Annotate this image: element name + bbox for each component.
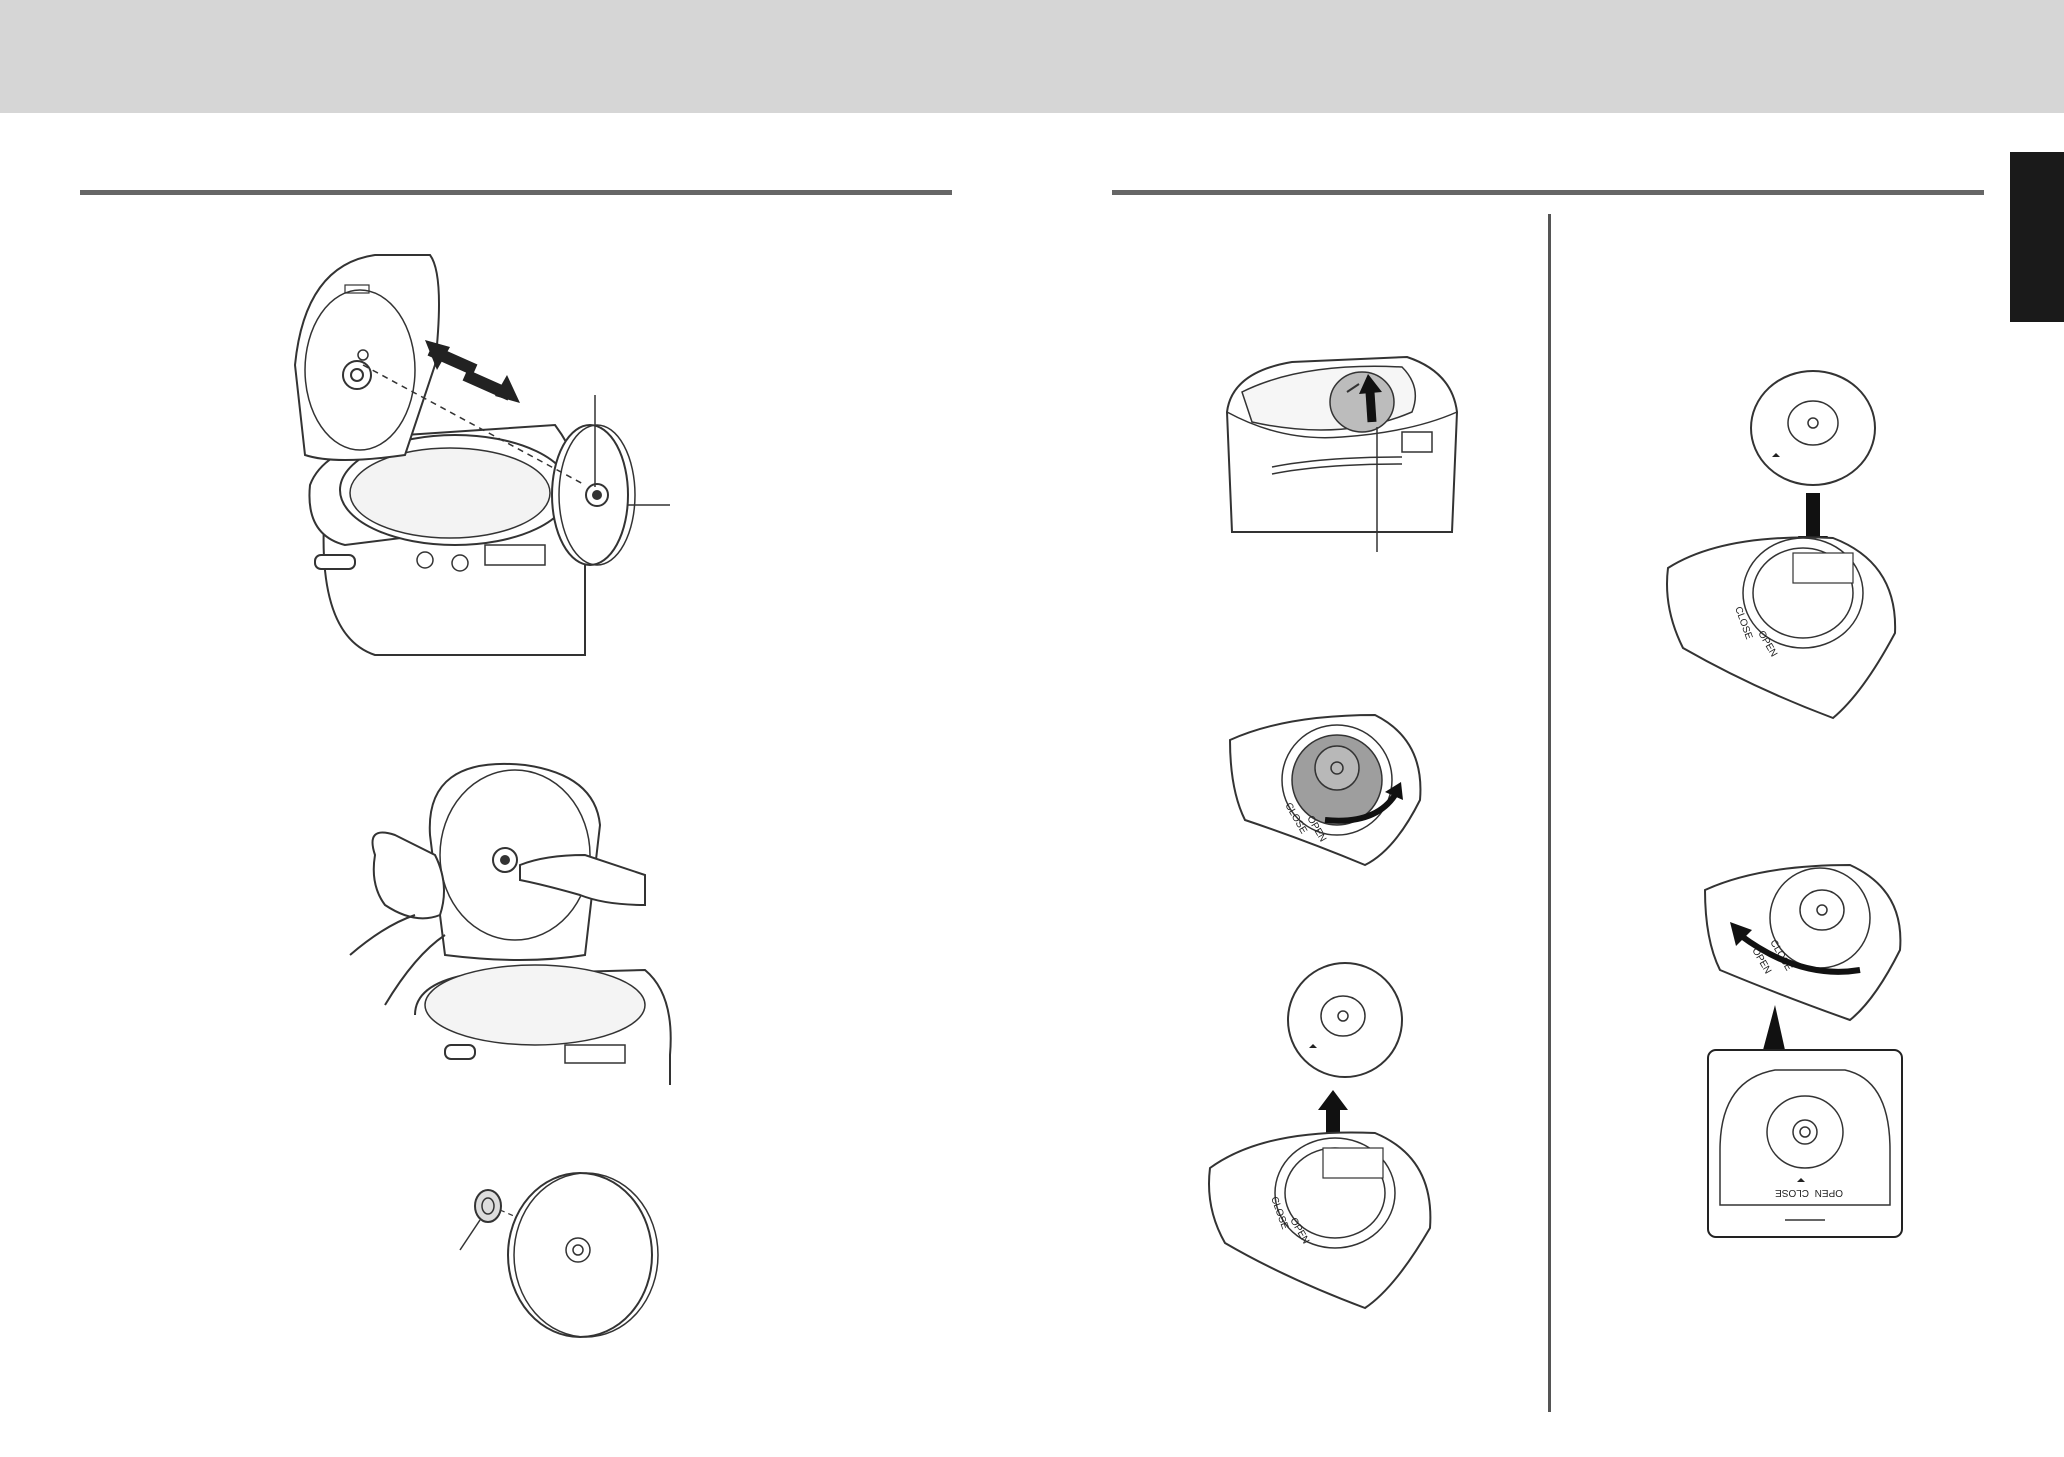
cap-and-disc-figure bbox=[450, 1170, 695, 1338]
column-divider bbox=[1548, 214, 1551, 1412]
vent-cap-rotate-figure: CLOSE OPEN bbox=[1225, 710, 1425, 870]
header-band bbox=[0, 0, 2064, 113]
vent-cap-insert-figure: CLOSE OPEN bbox=[1663, 368, 1901, 723]
section-rule-right bbox=[1112, 190, 1984, 195]
open-label-5: OPEN bbox=[1815, 1187, 1843, 1198]
zoom-inset-figure: CLOSE OPEN bbox=[1705, 1000, 1905, 1240]
rice-cooker-inner-lid-figure bbox=[285, 254, 685, 675]
section-rule-left bbox=[80, 190, 952, 195]
cooker-steam-vent-figure bbox=[1222, 352, 1462, 552]
hands-removing-lid-figure bbox=[349, 755, 675, 1095]
language-side-tab bbox=[2010, 152, 2064, 322]
close-label-5: CLOSE bbox=[1775, 1187, 1809, 1198]
vent-cap-lift-figure: CLOSE OPEN bbox=[1205, 958, 1435, 1318]
